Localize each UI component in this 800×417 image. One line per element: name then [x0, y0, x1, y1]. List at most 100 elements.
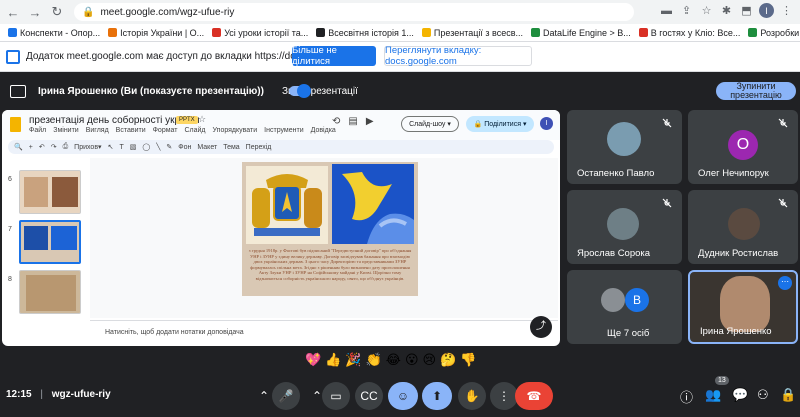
bookmark-item[interactable]: Конспекти - Опор... — [8, 28, 100, 38]
captions-button[interactable]: CC — [355, 382, 383, 410]
present-now-button[interactable]: ⬆ — [422, 382, 452, 410]
activities-icon[interactable]: ⚇ — [757, 387, 769, 403]
address-bar[interactable]: 🔒 meet.google.com/wgz-ufue-riy — [74, 3, 634, 21]
self-tile[interactable]: ⋯ Ірина Ярошенко — [688, 270, 798, 344]
bookmark-item[interactable]: Розробки з історії... — [748, 28, 800, 38]
reaction-thinking[interactable]: 🤔 — [440, 352, 456, 368]
chat-icon[interactable]: 💬 — [732, 387, 748, 403]
add-icon[interactable]: + — [29, 144, 33, 151]
people-icon[interactable]: 👥 — [705, 387, 721, 403]
browser-menu-icon[interactable]: ⋮ — [779, 3, 794, 18]
camera-indicator-icon[interactable]: ▬ — [659, 3, 674, 18]
mic-options-icon[interactable]: ⌃ — [254, 382, 274, 410]
bookmark-item[interactable]: В гостях у Кліо: Все... — [638, 28, 740, 38]
menu-file[interactable]: Файл — [29, 127, 46, 134]
reaction-party[interactable]: 🎉 — [345, 352, 361, 368]
stop-presenting-button[interactable]: Зупинити презентацію — [716, 82, 796, 100]
microphone-button[interactable]: 🎤 — [272, 382, 300, 410]
more-options-icon[interactable]: ⋯ — [778, 276, 792, 290]
extensions-icon[interactable]: ✱ — [719, 3, 734, 18]
redo-icon[interactable]: ↷ — [51, 143, 57, 151]
star-icon[interactable]: ☆ — [198, 114, 206, 125]
more-options-button[interactable]: ⋮ — [490, 382, 518, 410]
tab-search-icon[interactable]: ⬒ — [739, 3, 754, 18]
meeting-details-icon[interactable]: ⓘ — [680, 387, 693, 406]
participant-tile[interactable]: Ярослав Сорока — [567, 190, 682, 264]
reaction-laugh[interactable]: 😂 — [386, 352, 401, 368]
slide-canvas[interactable]: з грудня 1918р. у Фастові був підписаний… — [90, 158, 558, 318]
print-icon[interactable]: ⎙ — [63, 143, 69, 151]
bookmark-item[interactable]: Усі уроки історії та... — [212, 28, 308, 38]
bookmark-label: Історія України | О... — [120, 27, 205, 38]
menu-view[interactable]: Вигляд — [86, 127, 109, 134]
stop-sharing-button[interactable]: Більше не ділитися — [292, 45, 376, 67]
bookmark-item[interactable]: Презентації з всесв... — [421, 28, 523, 38]
image-icon[interactable]: ▧ — [130, 143, 137, 151]
layout-button[interactable]: Макет — [197, 144, 217, 151]
leave-call-button[interactable]: ☎ — [515, 382, 553, 410]
bookmark-item[interactable]: DataLife Engine > В... — [530, 28, 631, 38]
raise-hand-button[interactable]: ✋ — [458, 382, 486, 410]
host-controls-icon[interactable]: 🔒 — [780, 387, 796, 403]
presentation-title[interactable]: презентація день соборності україни — [29, 115, 200, 126]
bookmark-favicon — [8, 28, 17, 37]
search-menus-icon[interactable]: 🔍 — [14, 143, 23, 151]
textbox-icon[interactable]: T — [119, 144, 123, 151]
self-video — [720, 276, 770, 332]
slide-thumbnail[interactable] — [19, 170, 81, 214]
menu-format[interactable]: Формат — [153, 127, 178, 134]
participant-tile[interactable]: Дудник Ростислав — [688, 190, 798, 264]
reaction-thumbs-down[interactable]: 👎 — [460, 352, 476, 368]
slides-user-avatar[interactable]: I — [540, 117, 553, 130]
menu-slide[interactable]: Слайд — [184, 127, 205, 134]
speaker-notes[interactable]: Натисніть, щоб додати нотатки доповідача — [90, 320, 558, 342]
slideshow-label: Слайд-шоу — [409, 120, 446, 128]
reaction-clap[interactable]: 👏 — [366, 352, 382, 368]
background-button[interactable]: Фон — [178, 144, 191, 151]
emoji-reactions-button[interactable]: ☺ — [388, 382, 418, 410]
bookmark-item[interactable]: Історія України | О... — [108, 28, 204, 38]
comments-icon[interactable]: ▤ — [348, 116, 357, 127]
view-tab-button[interactable]: Переглянути вкладку: docs.google.com — [384, 45, 532, 67]
presentation-sound-toggle[interactable] — [289, 84, 311, 98]
menu-help[interactable]: Довідка — [311, 127, 336, 134]
slide-thumbnail-selected[interactable] — [19, 220, 81, 264]
shape-icon[interactable]: ◯ — [142, 143, 150, 151]
menu-insert[interactable]: Вставити — [116, 127, 146, 134]
bookmark-label: Усі уроки історії та... — [224, 27, 309, 38]
participant-tile[interactable]: Остапенко Павло — [567, 110, 682, 184]
comment-icon[interactable]: ✎ — [166, 143, 172, 151]
bookmark-item[interactable]: Всесвітня історія 1... — [316, 28, 414, 38]
reload-icon[interactable]: ↻ — [48, 3, 66, 21]
meet-icon[interactable]: ▶ — [366, 116, 374, 127]
bookmark-star-icon[interactable]: ☆ — [699, 3, 714, 18]
zoom-dropdown[interactable]: Прихов▾ — [74, 143, 101, 151]
meeting-info: 12:15 | wgz-ufue-riy — [6, 389, 111, 400]
slide-thumbnail[interactable] — [19, 270, 81, 314]
reaction-surprised[interactable]: 😮 — [405, 352, 419, 368]
slideshow-button[interactable]: Слайд-шоу ▾ — [401, 116, 459, 132]
current-slide[interactable]: з грудня 1918р. у Фастові був підписаний… — [242, 162, 418, 296]
others-tile[interactable]: В Ще 7 осіб — [567, 270, 682, 344]
menu-edit[interactable]: Змінити — [53, 127, 79, 134]
forward-icon[interactable]: → — [26, 3, 44, 21]
participant-tile[interactable]: О Олег Нечипорук — [688, 110, 798, 184]
camera-button[interactable]: ▭ — [322, 382, 350, 410]
reaction-thumbs-up[interactable]: 👍 — [325, 352, 341, 368]
line-icon[interactable]: ╲ — [156, 143, 160, 151]
back-icon[interactable]: ← — [4, 3, 22, 21]
menu-tools[interactable]: Інструменти — [264, 127, 303, 134]
reaction-sad[interactable]: 😢 — [423, 352, 437, 368]
history-icon[interactable]: ⟲ — [332, 116, 340, 127]
profile-avatar[interactable]: I — [759, 3, 774, 18]
share-page-icon[interactable]: ⇪ — [679, 3, 694, 18]
reaction-heart[interactable]: 💖 — [305, 352, 321, 368]
select-icon[interactable]: ↖ — [108, 143, 114, 151]
theme-button[interactable]: Тема — [223, 144, 239, 151]
undo-icon[interactable]: ↶ — [39, 143, 45, 151]
share-fab-icon[interactable]: ⤴ — [530, 316, 552, 338]
share-button[interactable]: 🔒 Поділитися ▾ — [466, 116, 534, 132]
bookmarks-bar: Конспекти - Опор... Історія України | О.… — [0, 24, 800, 42]
menu-arrange[interactable]: Упорядкувати — [213, 127, 258, 134]
transition-button[interactable]: Перехід — [246, 144, 272, 151]
